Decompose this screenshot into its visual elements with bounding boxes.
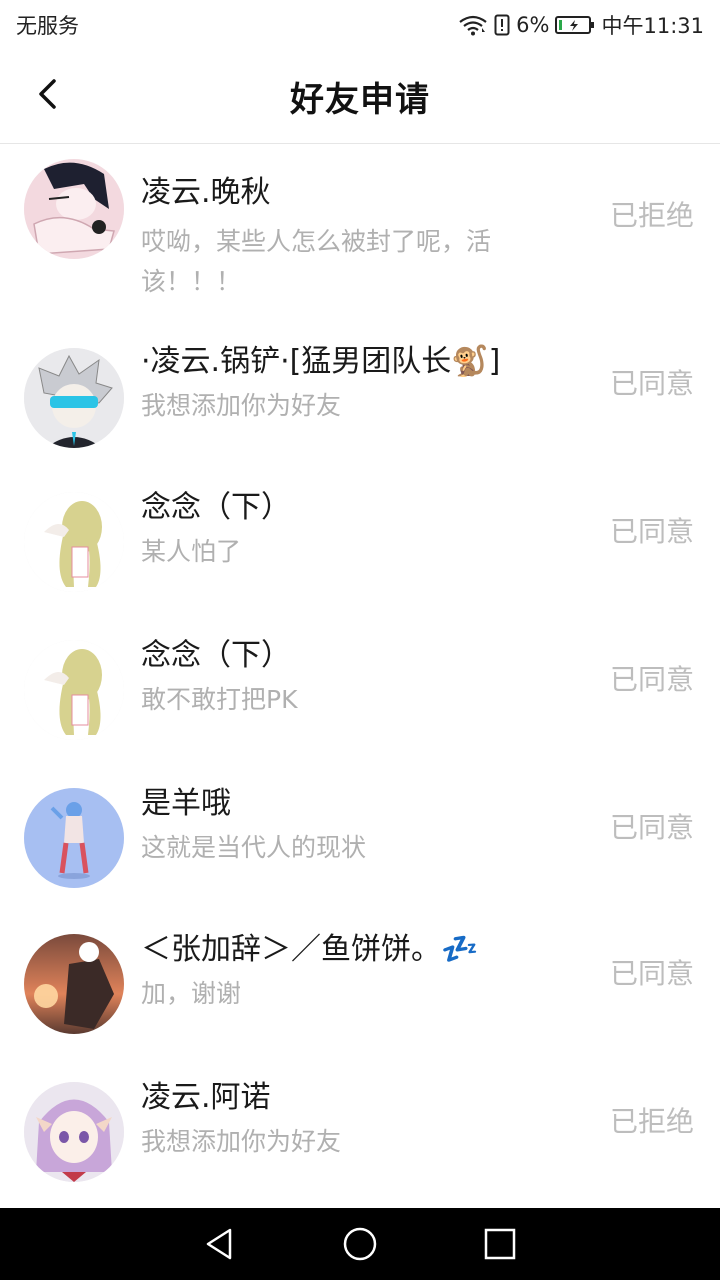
wifi-icon: [458, 14, 488, 36]
avatar[interactable]: [24, 159, 124, 259]
request-message: 哎呦，某些人怎么被封了呢，活该！！！: [141, 227, 492, 296]
request-status: 已同意: [609, 515, 694, 548]
requester-name: 凌云.阿诺: [141, 1080, 271, 1115]
avatar[interactable]: [24, 1082, 124, 1182]
request-message: 加，谢谢: [141, 979, 242, 1008]
page-title: 好友申请: [290, 80, 430, 120]
battery-icon: [555, 15, 595, 35]
avatar[interactable]: [24, 348, 124, 448]
chevron-left-icon: [36, 79, 60, 113]
battery-percent: 6%: [516, 13, 550, 37]
list-item[interactable]: 念念（下） 敢不敢打把PK 已同意: [0, 622, 720, 770]
requester-name: 凌云.晚秋: [141, 175, 271, 210]
request-message: 我想添加你为好友: [141, 391, 342, 420]
avatar[interactable]: [24, 788, 124, 888]
clock: 中午11:31: [601, 14, 704, 38]
requester-name: 是羊哦: [141, 786, 231, 821]
header: 好友申请: [0, 50, 720, 144]
request-message: 敢不敢打把PK: [141, 685, 298, 714]
alert-icon: [494, 14, 510, 36]
request-message: 这就是当代人的现状: [141, 833, 367, 862]
request-message: 某人怕了: [141, 537, 242, 566]
requester-name: ·凌云.锅铲·[猛男团队长🐒]: [141, 344, 501, 379]
recents-square-icon[interactable]: [478, 1222, 522, 1266]
list-item[interactable]: ＜张加辞＞／鱼饼饼。💤 加，谢谢 已同意: [0, 918, 720, 1066]
avatar[interactable]: [24, 640, 124, 740]
request-status: 已拒绝: [609, 199, 694, 232]
request-status: 已同意: [609, 663, 694, 696]
request-message: 我想添加你为好友: [141, 1127, 342, 1156]
avatar[interactable]: [24, 934, 124, 1034]
carrier-label: 无服务: [16, 14, 79, 38]
list-item[interactable]: 凌云.晚秋 哎呦，某些人怎么被封了呢，活该！！！ 已拒绝: [0, 144, 720, 326]
request-status: 已同意: [609, 811, 694, 844]
list-item[interactable]: 是羊哦 这就是当代人的现状 已同意: [0, 770, 720, 918]
list-item[interactable]: 念念（下） 某人怕了 已同意: [0, 474, 720, 622]
request-status: 已拒绝: [609, 1105, 694, 1138]
avatar[interactable]: [24, 492, 124, 592]
list-item[interactable]: 凌云.阿诺 我想添加你为好友 已拒绝: [0, 1066, 720, 1206]
back-button[interactable]: [26, 74, 70, 118]
back-triangle-icon[interactable]: [198, 1222, 242, 1266]
request-status: 已同意: [609, 957, 694, 990]
list-item[interactable]: ·凌云.锅铲·[猛男团队长🐒] 我想添加你为好友 已同意: [0, 326, 720, 474]
requester-name: 念念（下）: [141, 490, 291, 525]
request-status: 已同意: [609, 367, 694, 400]
requester-name: ＜张加辞＞／鱼饼饼。💤: [141, 932, 479, 967]
requester-name: 念念（下）: [141, 638, 291, 673]
system-nav-bar: [0, 1208, 720, 1280]
status-bar: 无服务 6% 中午11:31: [0, 0, 720, 50]
home-circle-icon[interactable]: [338, 1222, 382, 1266]
friend-request-list: 凌云.晚秋 哎呦，某些人怎么被封了呢，活该！！！ 已拒绝 ·凌云.锅铲·[猛男团…: [0, 144, 720, 1206]
